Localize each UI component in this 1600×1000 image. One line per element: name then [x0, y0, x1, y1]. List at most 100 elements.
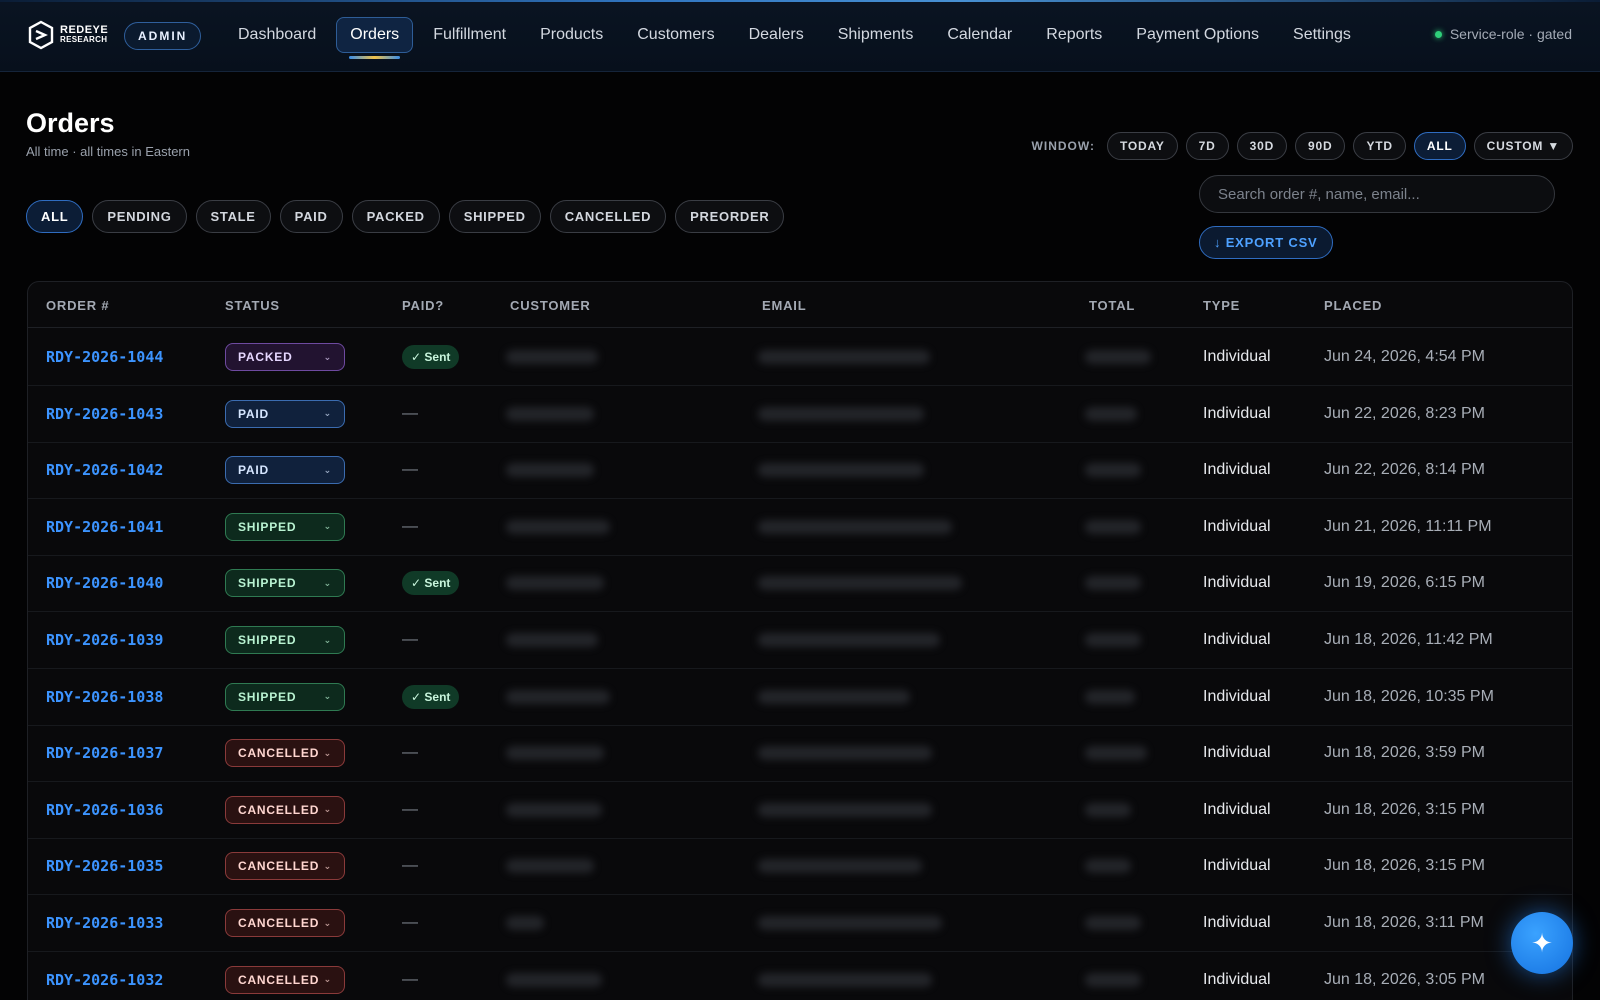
order-number-link[interactable]: RDY-2026-1038 — [46, 688, 163, 706]
column-header-total[interactable]: TOTAL — [1089, 298, 1135, 313]
status-select[interactable]: CANCELLED ⌄ — [225, 852, 345, 881]
nav-item-dashboard[interactable]: Dashboard — [224, 17, 330, 53]
status-select[interactable]: PAID ⌄ — [225, 399, 345, 428]
column-header-order[interactable]: ORDER # — [46, 298, 109, 313]
window-label: WINDOW: — [1031, 139, 1095, 153]
filter-cancelled[interactable]: CANCELLED — [549, 200, 667, 233]
column-header-type[interactable]: TYPE — [1203, 298, 1240, 313]
status-select[interactable]: CANCELLED ⌄ — [225, 965, 345, 994]
status-select[interactable]: SHIPPED ⌄ — [225, 626, 345, 654]
order-number-link[interactable]: RDY-2026-1037 — [46, 744, 163, 762]
nav-item-orders[interactable]: Orders — [336, 17, 414, 59]
filter-shipped[interactable]: SHIPPED — [448, 200, 541, 233]
column-header-paid[interactable]: PAID? — [402, 298, 444, 313]
top-navigation-bar: REDEYE RESEARCH ADMIN Dashboard Orders Ful… — [0, 0, 1600, 72]
table-row[interactable]: RDY-2026-1038 SHIPPED ⌄ ✓ Sent Individual Jun… — [28, 669, 1572, 726]
table-row[interactable]: RDY-2026-1036 CANCELLED ⌄ — Individual Jun 18… — [28, 782, 1572, 839]
total-redacted — [1085, 633, 1141, 647]
order-number-link[interactable]: RDY-2026-1039 — [46, 631, 163, 649]
status-label: PAID — [238, 463, 269, 478]
filter-packed[interactable]: PACKED — [351, 200, 440, 233]
table-row[interactable]: RDY-2026-1035 CANCELLED ⌄ — Individual Jun 18… — [28, 838, 1572, 896]
table-row[interactable]: RDY-2026-1037 CANCELLED ⌄ — Individual Jun 18… — [28, 725, 1572, 783]
window-option-90d[interactable]: 90D — [1295, 132, 1346, 160]
filter-stale[interactable]: STALE — [195, 200, 271, 233]
nav-item-payment-options[interactable]: Payment Options — [1122, 17, 1273, 53]
column-header-email[interactable]: EMAIL — [762, 298, 806, 313]
search-input[interactable] — [1199, 175, 1555, 213]
nav-item-calendar[interactable]: Calendar — [933, 17, 1026, 53]
total-redacted — [1085, 519, 1141, 534]
table-row[interactable]: RDY-2026-1041 SHIPPED ⌄ — Individual Jun 21, … — [28, 499, 1572, 556]
column-header-customer[interactable]: CUSTOMER — [510, 298, 591, 313]
window-option-ytd[interactable]: YTD — [1353, 132, 1406, 160]
status-select[interactable]: CANCELLED ⌄ — [225, 739, 345, 768]
order-number-link[interactable]: RDY-2026-1040 — [46, 574, 163, 592]
status-select[interactable]: CANCELLED ⌄ — [225, 909, 345, 937]
paid-empty: — — [402, 800, 418, 818]
paid-sent-badge: ✓ Sent — [402, 571, 460, 596]
order-number-link[interactable]: RDY-2026-1035 — [46, 857, 163, 875]
redeye-logo-icon — [28, 20, 54, 50]
order-number-link[interactable]: RDY-2026-1042 — [46, 461, 163, 479]
table-row[interactable]: RDY-2026-1033 CANCELLED ⌄ — Individual Jun 18… — [28, 895, 1572, 952]
table-row[interactable]: RDY-2026-1039 SHIPPED ⌄ — Individual Jun 18, … — [28, 612, 1572, 669]
total-redacted-cell — [1085, 555, 1141, 611]
order-number-link[interactable]: RDY-2026-1036 — [46, 801, 163, 819]
status-cell: PACKED ⌄ — [225, 329, 345, 385]
brand-logo[interactable]: REDEYE RESEARCH — [28, 20, 108, 50]
table-row[interactable]: RDY-2026-1040 SHIPPED ⌄ ✓ Sent Individual Jun… — [28, 555, 1572, 613]
customer-redacted-cell — [506, 725, 604, 781]
column-header-placed[interactable]: PLACED — [1324, 298, 1382, 313]
email-redacted — [758, 689, 910, 704]
chevron-down-icon: ⌄ — [323, 747, 332, 758]
status-select[interactable]: SHIPPED ⌄ — [225, 682, 345, 711]
type-cell: Individual — [1203, 499, 1271, 555]
export-csv-button[interactable]: ↓ EXPORT CSV — [1199, 226, 1333, 259]
order-number-link[interactable]: RDY-2026-1044 — [46, 348, 163, 366]
order-number-link[interactable]: RDY-2026-1033 — [46, 914, 163, 932]
email-redacted — [758, 463, 924, 478]
order-number-link[interactable]: RDY-2026-1041 — [46, 518, 163, 536]
nav-item-settings[interactable]: Settings — [1279, 17, 1365, 53]
email-redacted-cell — [758, 669, 910, 725]
window-option-7d[interactable]: 7D — [1185, 132, 1229, 160]
nav-item-shipments[interactable]: Shipments — [824, 17, 928, 53]
email-redacted-cell — [758, 612, 940, 668]
window-option-custom[interactable]: CUSTOM ▼ — [1473, 132, 1573, 160]
window-option-30d[interactable]: 30D — [1236, 132, 1288, 160]
email-redacted-cell — [758, 555, 962, 611]
table-row[interactable]: RDY-2026-1043 PAID ⌄ — Individual Jun 22, 202… — [28, 386, 1572, 443]
customer-redacted-cell — [506, 442, 594, 498]
nav-item-fulfillment[interactable]: Fulfillment — [419, 17, 520, 53]
order-number-link[interactable]: RDY-2026-1032 — [46, 971, 163, 989]
order-number-link[interactable]: RDY-2026-1043 — [46, 405, 163, 423]
status-select[interactable]: CANCELLED ⌄ — [225, 795, 345, 824]
table-row[interactable]: RDY-2026-1044 PACKED ⌄ ✓ Sent Individual Jun … — [28, 329, 1572, 386]
table-row[interactable]: RDY-2026-1032 CANCELLED ⌄ — Individual Jun 18… — [28, 952, 1572, 1000]
window-option-today[interactable]: TODAY — [1106, 132, 1178, 160]
status-select[interactable]: SHIPPED ⌄ — [225, 512, 345, 541]
status-cell: SHIPPED ⌄ — [225, 612, 345, 668]
status-select[interactable]: PACKED ⌄ — [225, 343, 345, 371]
type-cell: Individual — [1203, 442, 1271, 498]
status-cell: PAID ⌄ — [225, 442, 345, 498]
type-cell: Individual — [1203, 386, 1271, 442]
filter-pending[interactable]: PENDING — [92, 200, 187, 233]
window-option-all[interactable]: ALL — [1413, 132, 1466, 160]
nav-item-customers[interactable]: Customers — [623, 17, 728, 53]
assistant-button[interactable]: ✦ — [1511, 912, 1573, 974]
nav-item-products[interactable]: Products — [526, 17, 617, 53]
nav-item-reports[interactable]: Reports — [1032, 17, 1116, 53]
filter-preorder[interactable]: PREORDER — [675, 200, 785, 233]
filter-all[interactable]: ALL — [26, 200, 84, 233]
status-select[interactable]: PAID ⌄ — [225, 456, 345, 485]
column-header-status[interactable]: STATUS — [225, 298, 280, 313]
table-row[interactable]: RDY-2026-1042 PAID ⌄ — Individual Jun 22, 202… — [28, 442, 1572, 500]
paid-cell: — — [402, 952, 418, 1000]
nav-item-dealers[interactable]: Dealers — [735, 17, 818, 53]
order-cell: RDY-2026-1035 — [46, 838, 163, 894]
status-select[interactable]: SHIPPED ⌄ — [225, 569, 345, 598]
filter-paid[interactable]: PAID — [279, 200, 343, 233]
paid-sent-badge: ✓ Sent — [402, 684, 460, 709]
